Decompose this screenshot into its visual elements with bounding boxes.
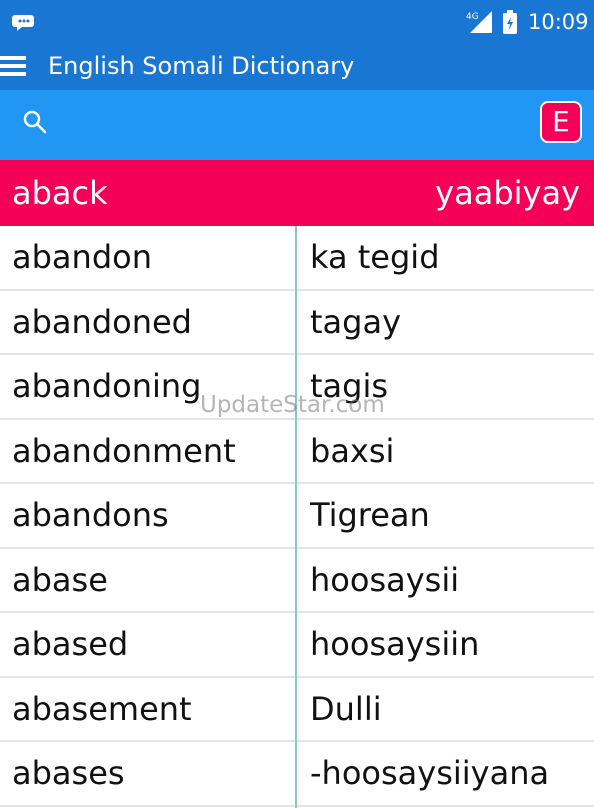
list-item[interactable]: abandons Tigrean [0, 484, 594, 549]
english-word: abandoned [12, 302, 192, 341]
list-item[interactable]: abased hoosaysiin [0, 613, 594, 678]
status-bar: 4G 10:09 [0, 0, 594, 44]
somali-translation: baxsi [310, 431, 395, 470]
battery-icon [503, 10, 517, 34]
cell-signal-icon: 4G [466, 11, 492, 33]
somali-translation: -hoosaysiiyana [310, 754, 550, 792]
english-word: abase [12, 560, 108, 599]
chat-bubble-icon [12, 15, 34, 31]
english-word: abased [12, 625, 129, 663]
somali-translation: hoosaysii [310, 560, 460, 599]
english-word: abandonment [12, 431, 236, 470]
current-entry-translation: yaabiyay [435, 174, 580, 212]
list-item[interactable]: abases -hoosaysiiyana [0, 742, 594, 807]
search-icon [23, 110, 47, 134]
language-toggle-button[interactable]: E [540, 101, 582, 143]
list-item[interactable]: abandoning tagis [0, 355, 594, 420]
hamburger-menu-icon[interactable] [0, 53, 26, 79]
somali-translation: tagis [310, 367, 389, 405]
current-entry-word: aback [12, 174, 108, 212]
somali-translation: Tigrean [310, 496, 430, 534]
somali-translation: Dulli [310, 689, 382, 728]
list-item[interactable]: abandon ka tegid [0, 226, 594, 291]
somali-translation: tagay [310, 302, 402, 341]
english-word: abandoning [12, 367, 202, 405]
network-label: 4G [466, 12, 479, 22]
column-divider [295, 226, 297, 808]
list-item[interactable]: abandonment baxsi [0, 420, 594, 484]
english-word: abandons [12, 496, 169, 534]
app-title: English Somali Dictionary [48, 52, 355, 80]
list-item[interactable]: abase hoosaysii [0, 549, 594, 613]
english-word: abasement [12, 689, 192, 728]
list-item[interactable]: abasement Dulli [0, 678, 594, 742]
status-time: 10:09 [528, 10, 589, 34]
somali-translation: ka tegid [310, 238, 440, 276]
word-list[interactable]: abandon ka tegid abandoned tagay abandon… [0, 226, 594, 808]
english-word: abandon [12, 238, 152, 276]
current-entry[interactable]: aback yaabiyay [0, 160, 594, 226]
somali-translation: hoosaysiin [310, 625, 480, 663]
list-item[interactable]: abandoned tagay [0, 291, 594, 355]
search-bar: E [0, 90, 594, 230]
app-bar: English Somali Dictionary [0, 44, 594, 90]
english-word: abases [12, 754, 125, 792]
